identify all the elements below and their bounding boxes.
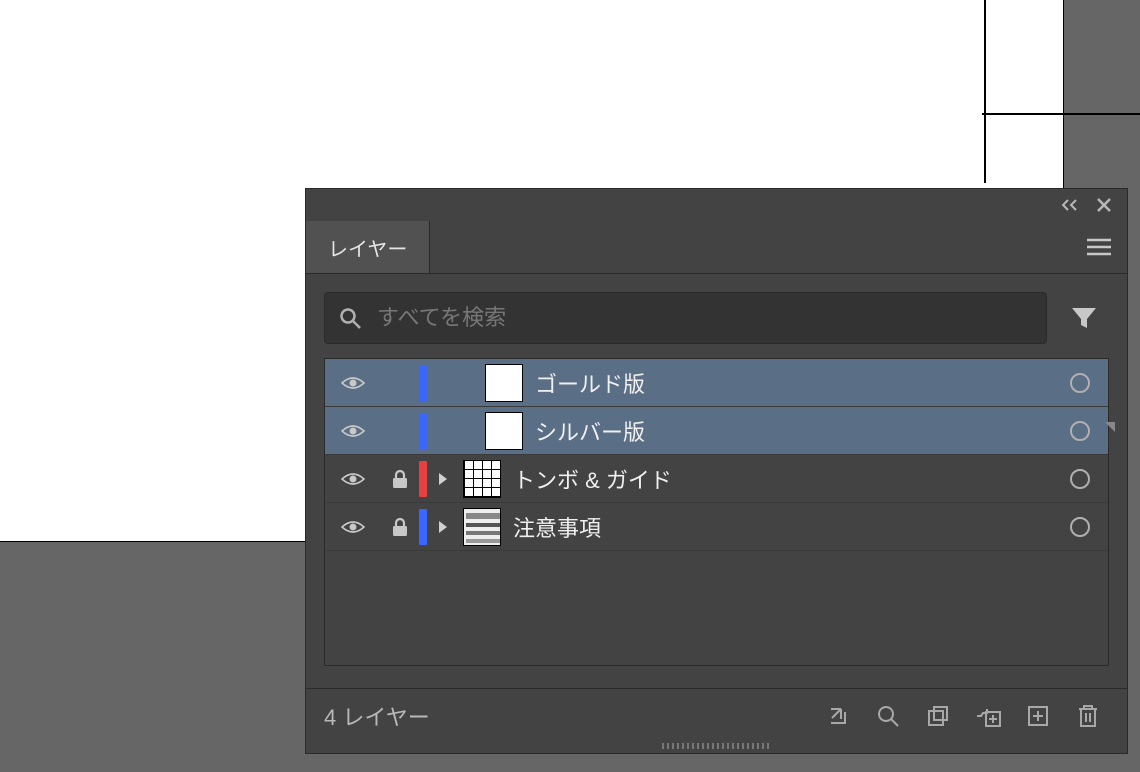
- panel-tabbar: レイヤー: [306, 221, 1127, 274]
- layer-name-label[interactable]: シルバー版: [535, 415, 1052, 447]
- delete-layer-button[interactable]: [1067, 695, 1109, 737]
- crop-mark-vertical: [984, 0, 986, 183]
- filter-button[interactable]: [1059, 293, 1109, 343]
- layers-panel: レイヤー ゴールド版シルバー版トンボ & ガイド注意事項 4 レイヤー: [306, 189, 1127, 753]
- expand-toggle[interactable]: [427, 407, 459, 454]
- expand-toggle[interactable]: [427, 455, 459, 502]
- layer-name-label[interactable]: 注意事項: [513, 511, 1052, 543]
- layer-row[interactable]: トンボ & ガイド: [325, 455, 1108, 503]
- layer-name-label[interactable]: ゴールド版: [535, 367, 1052, 399]
- visibility-toggle[interactable]: [325, 359, 381, 406]
- lock-toggle[interactable]: [381, 503, 419, 550]
- target-layer-button[interactable]: [1052, 359, 1108, 406]
- locate-object-button[interactable]: [867, 695, 909, 737]
- crop-mark-horizontal: [982, 113, 1140, 115]
- target-layer-button[interactable]: [1052, 455, 1108, 502]
- selection-indicator-caret: [1105, 422, 1115, 432]
- clipping-mask-button[interactable]: [917, 695, 959, 737]
- tab-layers[interactable]: レイヤー: [306, 221, 430, 273]
- layer-thumbnail[interactable]: [485, 364, 523, 402]
- lock-toggle[interactable]: [381, 407, 419, 454]
- new-layer-button[interactable]: [1017, 695, 1059, 737]
- layer-color-strip: [419, 365, 427, 401]
- panel-footer: 4 レイヤー: [306, 688, 1127, 743]
- panel-collapse-icon[interactable]: [1061, 196, 1079, 214]
- search-box: [324, 292, 1047, 344]
- search-row: [306, 274, 1127, 358]
- layer-row[interactable]: 注意事項: [325, 503, 1108, 551]
- layer-name-label[interactable]: トンボ & ガイド: [513, 463, 1052, 495]
- target-layer-button[interactable]: [1052, 503, 1108, 550]
- layer-thumbnail[interactable]: [463, 508, 501, 546]
- layer-thumbnail[interactable]: [485, 412, 523, 450]
- panel-resize-grip[interactable]: [306, 743, 1127, 753]
- panel-menu-button[interactable]: [1071, 221, 1127, 273]
- new-sublayer-button[interactable]: [967, 695, 1009, 737]
- tab-label: レイヤー: [328, 233, 407, 262]
- export-button[interactable]: [817, 695, 859, 737]
- target-layer-button[interactable]: [1052, 407, 1108, 454]
- visibility-toggle[interactable]: [325, 503, 381, 550]
- panel-titlebar: [306, 189, 1127, 221]
- layers-list: ゴールド版シルバー版トンボ & ガイド注意事項: [324, 358, 1109, 666]
- layer-color-strip: [419, 413, 427, 449]
- lock-toggle[interactable]: [381, 359, 419, 406]
- layer-row[interactable]: シルバー版: [325, 407, 1108, 455]
- search-input[interactable]: [375, 304, 1032, 332]
- layers-list-container: ゴールド版シルバー版トンボ & ガイド注意事項: [306, 358, 1127, 688]
- layer-thumbnail[interactable]: [463, 460, 501, 498]
- layer-color-strip: [419, 461, 427, 497]
- search-icon: [339, 307, 361, 329]
- visibility-toggle[interactable]: [325, 455, 381, 502]
- lock-toggle[interactable]: [381, 455, 419, 502]
- panel-close-icon[interactable]: [1095, 196, 1113, 214]
- visibility-toggle[interactable]: [325, 407, 381, 454]
- layer-color-strip: [419, 509, 427, 545]
- layer-row[interactable]: ゴールド版: [325, 359, 1108, 407]
- expand-toggle[interactable]: [427, 503, 459, 550]
- layer-count-status: 4 レイヤー: [324, 700, 809, 732]
- expand-toggle[interactable]: [427, 359, 459, 406]
